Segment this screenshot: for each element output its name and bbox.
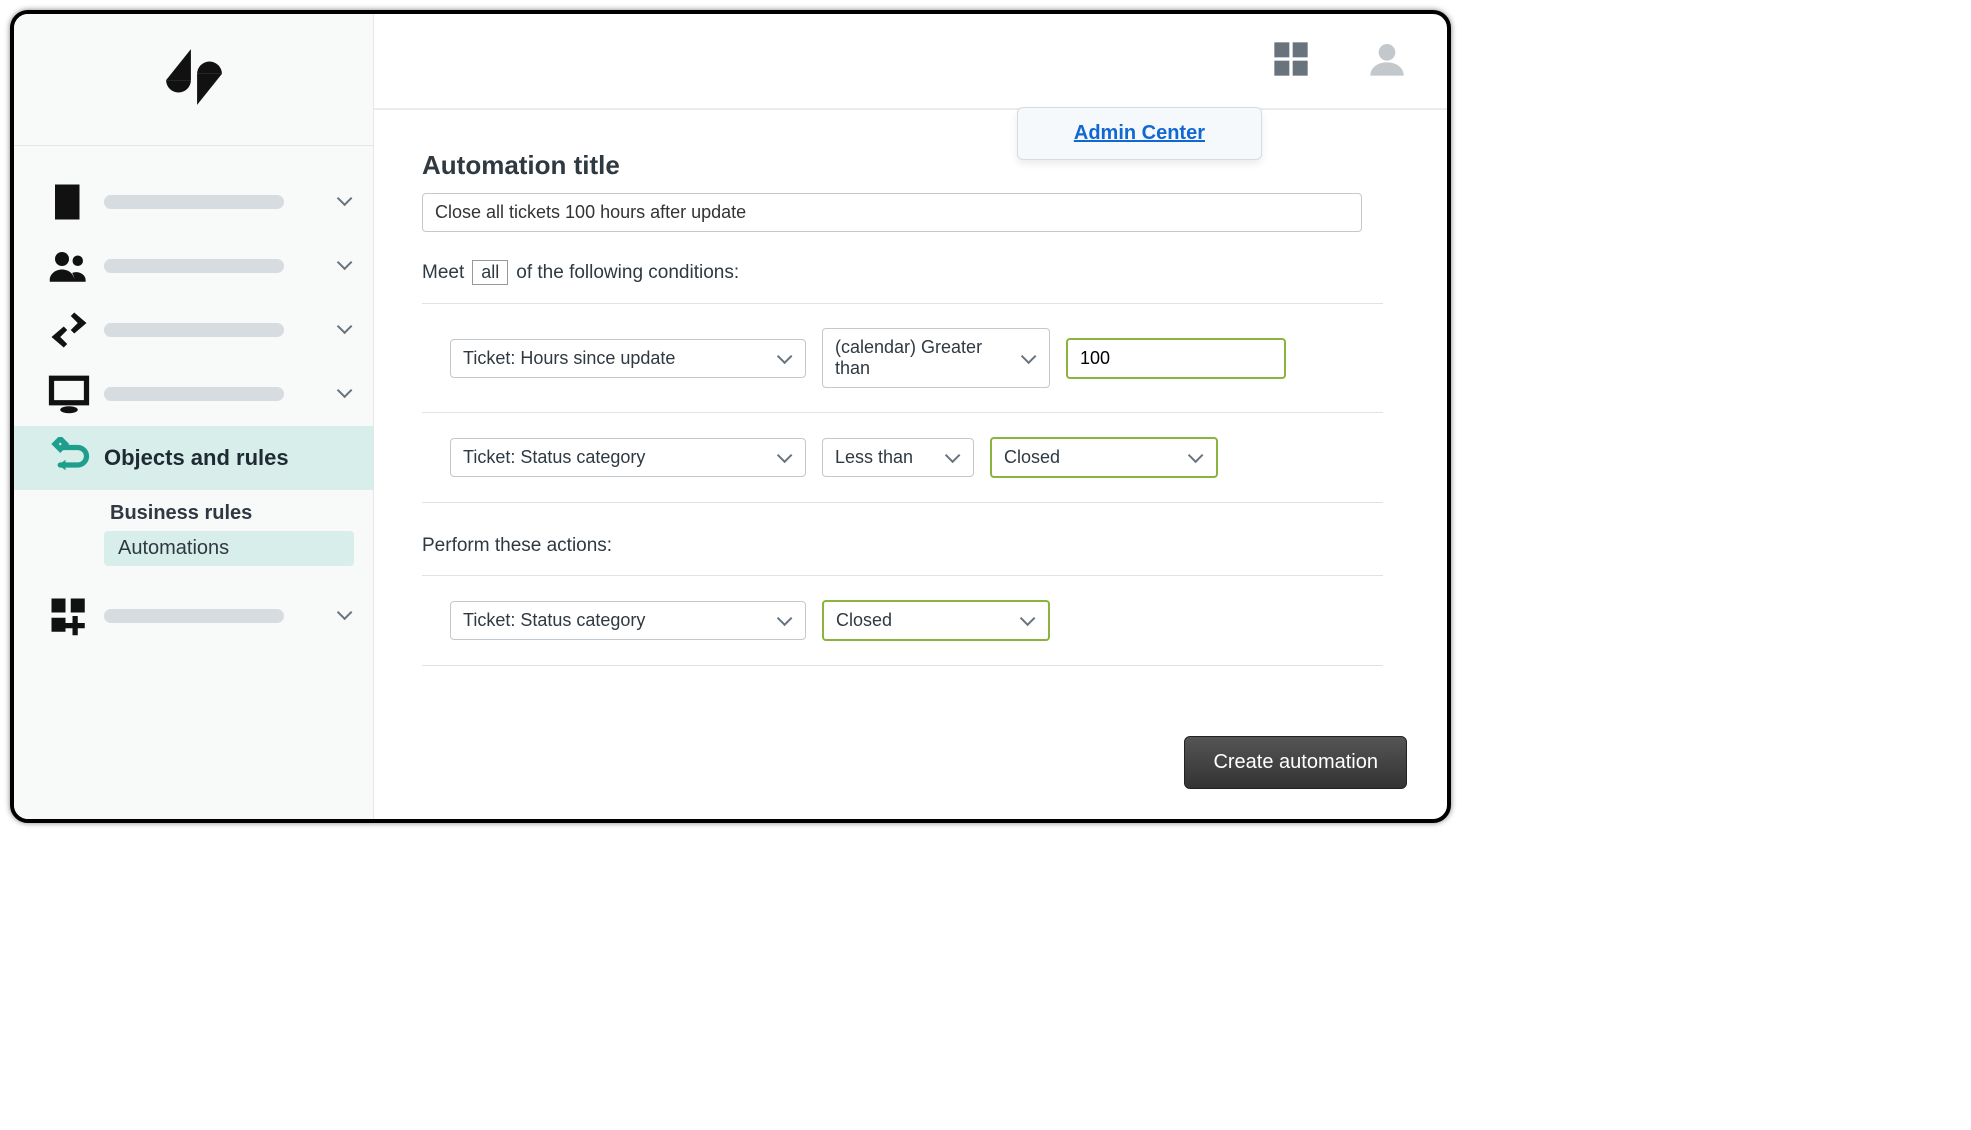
user-avatar-icon[interactable] (1367, 39, 1407, 84)
content-area: Automation title Meet all of the followi… (374, 110, 1447, 736)
sidebar-item-workspaces[interactable] (14, 362, 373, 426)
chevron-down-icon (1020, 610, 1036, 631)
main-area: Admin Center Automation title Meet all o… (374, 14, 1447, 819)
condition-row: Ticket: Status category Less than Closed (422, 413, 1383, 503)
conditions-list: Ticket: Hours since update (calendar) Gr… (422, 303, 1383, 503)
select-value: Ticket: Status category (463, 610, 645, 631)
monitor-icon (48, 373, 104, 415)
condition-value-input[interactable] (1066, 338, 1286, 379)
sidebar-subnav: Business rules Automations (14, 490, 373, 584)
sidebar-item-label: Objects and rules (104, 445, 289, 471)
chevron-down-icon (337, 257, 353, 275)
action-field-select[interactable]: Ticket: Status category (450, 601, 806, 640)
actions-header: Perform these actions: (422, 535, 1383, 557)
nav-placeholder (104, 323, 284, 337)
people-icon (48, 245, 104, 287)
automation-title-label: Automation title (422, 150, 1383, 181)
topbar (374, 14, 1447, 110)
sidebar-item-channels[interactable] (14, 298, 373, 362)
nav-placeholder (104, 609, 284, 623)
chevron-down-icon (1021, 348, 1037, 369)
nav-placeholder (104, 259, 284, 273)
select-value: Less than (835, 447, 913, 468)
condition-operator-select[interactable]: Less than (822, 438, 974, 477)
action-row: Ticket: Status category Closed (422, 576, 1383, 666)
subnav-business-rules[interactable]: Business rules (14, 496, 373, 531)
condition-row: Ticket: Hours since update (calendar) Gr… (422, 304, 1383, 413)
chevron-down-icon (777, 348, 793, 369)
app-frame: Objects and rules Business rules Automat… (10, 10, 1451, 823)
condition-value-select[interactable]: Closed (990, 437, 1218, 478)
apps-grid-icon[interactable] (1271, 39, 1311, 84)
sidebar-nav: Objects and rules Business rules Automat… (14, 146, 373, 648)
nav-placeholder (104, 387, 284, 401)
automation-title-input[interactable] (422, 193, 1362, 232)
logo-area (14, 14, 373, 146)
zendesk-logo-icon (163, 46, 225, 113)
footer: Create automation (374, 736, 1447, 819)
create-automation-button[interactable]: Create automation (1184, 736, 1407, 789)
arrows-icon (48, 309, 104, 351)
sidebar: Objects and rules Business rules Automat… (14, 14, 374, 819)
actions-list: Ticket: Status category Closed (422, 575, 1383, 666)
select-value: Ticket: Status category (463, 447, 645, 468)
apps-plus-icon (48, 595, 104, 637)
nav-placeholder (104, 195, 284, 209)
condition-field-select[interactable]: Ticket: Hours since update (450, 339, 806, 378)
sidebar-item-people[interactable] (14, 234, 373, 298)
chevron-down-icon (337, 607, 353, 625)
sidebar-item-objects-rules[interactable]: Objects and rules (14, 426, 373, 490)
cond-all-toggle[interactable]: all (472, 260, 508, 285)
sidebar-item-apps[interactable] (14, 584, 373, 648)
cond-prefix: Meet (422, 262, 464, 284)
chevron-down-icon (337, 385, 353, 403)
chevron-down-icon (337, 193, 353, 211)
workflow-icon (48, 437, 104, 479)
select-value: Ticket: Hours since update (463, 348, 675, 369)
select-value: (calendar) Greater than (835, 337, 1021, 379)
cond-suffix: of the following conditions: (516, 262, 739, 284)
condition-operator-select[interactable]: (calendar) Greater than (822, 328, 1050, 388)
select-value: Closed (836, 610, 892, 631)
subnav-automations[interactable]: Automations (104, 531, 354, 566)
chevron-down-icon (945, 447, 961, 468)
building-icon (48, 181, 104, 223)
conditions-header: Meet all of the following conditions: (422, 260, 1383, 285)
condition-field-select[interactable]: Ticket: Status category (450, 438, 806, 477)
chevron-down-icon (777, 447, 793, 468)
chevron-down-icon (337, 321, 353, 339)
chevron-down-icon (1188, 447, 1204, 468)
sidebar-item-account[interactable] (14, 170, 373, 234)
select-value: Closed (1004, 447, 1060, 468)
chevron-down-icon (777, 610, 793, 631)
action-value-select[interactable]: Closed (822, 600, 1050, 641)
